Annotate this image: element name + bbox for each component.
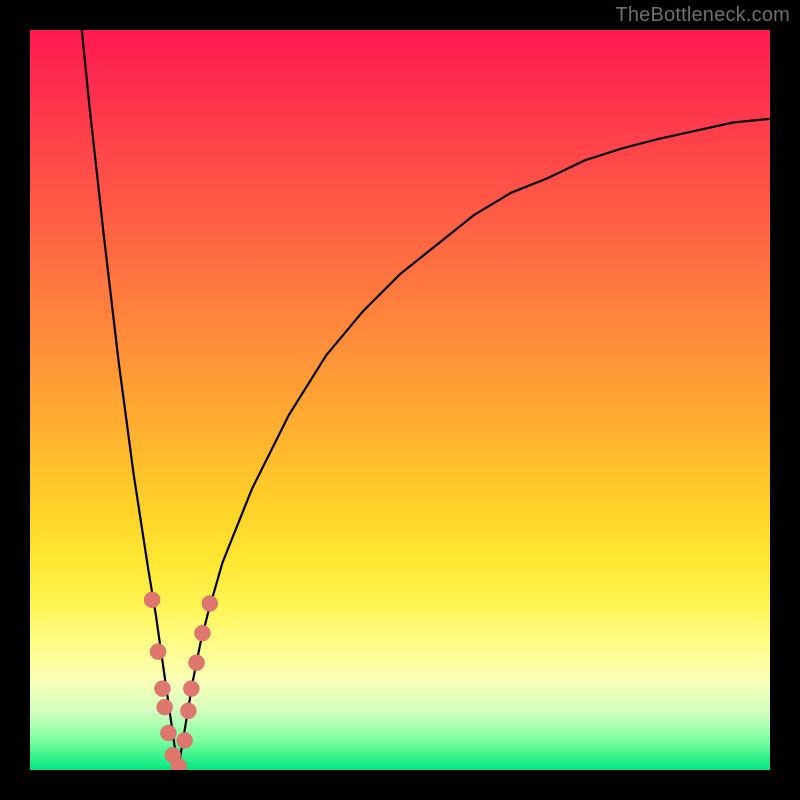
data-marker bbox=[183, 681, 199, 697]
data-marker bbox=[180, 703, 196, 719]
data-marker bbox=[144, 592, 160, 608]
outer-frame: TheBottleneck.com bbox=[0, 0, 800, 800]
data-marker bbox=[154, 681, 170, 697]
bottleneck-curve bbox=[82, 30, 770, 770]
data-marker bbox=[194, 625, 210, 641]
bottleneck-chart-svg bbox=[30, 30, 770, 770]
data-marker bbox=[189, 655, 205, 671]
data-marker bbox=[177, 732, 193, 748]
data-marker bbox=[157, 699, 173, 715]
data-marker bbox=[150, 644, 166, 660]
plot-area bbox=[30, 30, 770, 770]
watermark-text: TheBottleneck.com bbox=[615, 4, 790, 27]
data-marker bbox=[202, 596, 218, 612]
data-marker bbox=[160, 725, 176, 741]
